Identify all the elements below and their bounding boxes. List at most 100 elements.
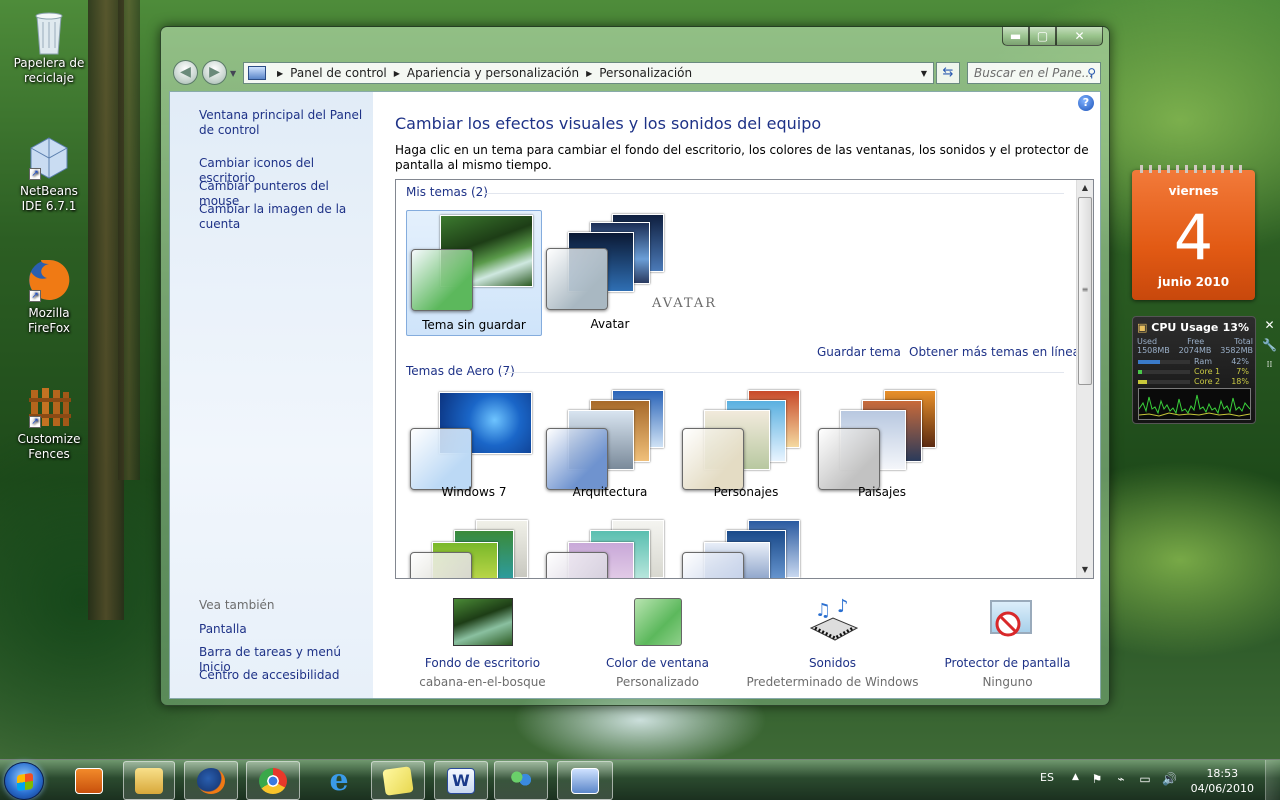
ram-value: 42% <box>1231 357 1249 366</box>
divider <box>484 193 1064 194</box>
scroll-thumb[interactable]: ≡ <box>1078 197 1092 385</box>
netbeans-icon: ↗ <box>27 136 71 180</box>
theme-aero-6[interactable] <box>542 518 678 578</box>
firefox-icon <box>197 767 225 794</box>
maximize-button[interactable]: ▢ <box>1029 27 1056 46</box>
sidebar-link-control-panel-home[interactable]: Ventana principal del Panel de control <box>199 108 367 138</box>
window-color-title[interactable]: Color de ventana <box>570 656 745 670</box>
theme-name: Arquitectura <box>572 485 648 499</box>
ram-label: Ram <box>1194 357 1213 366</box>
taskbar-firefox[interactable] <box>184 761 238 800</box>
close-icon[interactable]: ✕ <box>1261 316 1278 336</box>
theme-settings: Fondo de escritorio cabana-en-el-bosque … <box>395 592 1100 698</box>
address-bar[interactable]: ▶ Panel de control ▶ Apariencia y person… <box>243 62 934 84</box>
color-swatch <box>546 552 608 578</box>
forward-button[interactable]: ▶ <box>202 60 227 85</box>
search-placeholder: Buscar en el Pane... <box>974 66 1094 80</box>
chevron-right-icon[interactable]: ▶ <box>277 69 283 78</box>
desktop-icon-fences[interactable]: ↗ Customize Fences <box>9 384 89 462</box>
minimize-button[interactable]: ▬ <box>1002 27 1029 46</box>
taskbar-messenger[interactable] <box>494 761 548 800</box>
taskbar-explorer[interactable] <box>123 761 175 800</box>
taskbar-media-player[interactable] <box>68 761 110 800</box>
screensaver-value: Ninguno <box>982 675 1033 689</box>
search-icon[interactable]: ⚲ <box>1087 66 1096 80</box>
theme-paisajes[interactable]: Paisajes <box>814 390 950 516</box>
taskbar-chrome[interactable] <box>246 761 300 800</box>
gallery-scrollbar[interactable]: ▲ ≡ ▼ <box>1076 180 1093 578</box>
desktop-icon-netbeans[interactable]: ↗ NetBeans IDE 6.7.1 <box>9 136 89 214</box>
wrench-icon[interactable]: 🔧 <box>1261 336 1278 356</box>
taskbar-internet-explorer[interactable]: e <box>312 761 366 800</box>
show-hidden-icons[interactable]: ▲ <box>1072 772 1079 782</box>
search-input[interactable]: Buscar en el Pane... ⚲ <box>967 62 1101 84</box>
sounds-item[interactable]: ♫ ♪ Sonidos Predeterminado de Windows <box>745 592 920 689</box>
save-theme-link[interactable]: Guardar tema <box>817 345 901 359</box>
memory-values: 1508MB 2074MB 3582MB <box>1137 346 1253 355</box>
theme-personajes[interactable]: Personajes <box>678 390 814 516</box>
theme-windows7[interactable]: Windows 7 <box>406 390 542 516</box>
desktop-icon-firefox[interactable]: ↗ Mozilla FireFox <box>9 258 89 336</box>
desktop-background-title[interactable]: Fondo de escritorio <box>395 656 570 670</box>
theme-aero-7[interactable] <box>678 518 814 578</box>
theme-avatar[interactable]: AVATAR Avatar <box>542 210 715 336</box>
show-desktop-button[interactable] <box>1265 760 1280 800</box>
breadcrumb-appearance[interactable]: Apariencia y personalización <box>407 66 579 80</box>
window-color-value: Personalizado <box>616 675 699 689</box>
drag-handle-icon[interactable]: ⁞⁞ <box>1261 356 1278 376</box>
core2-value: 18% <box>1231 377 1249 386</box>
help-icon[interactable]: ? <box>1078 95 1094 111</box>
scroll-down-icon[interactable]: ▼ <box>1077 562 1093 578</box>
my-themes-header: Mis temas (2) <box>406 185 488 199</box>
language-indicator[interactable]: ES <box>1040 771 1054 784</box>
refresh-button[interactable]: ⇆ <box>936 62 960 84</box>
desktop-background-icon <box>452 598 513 648</box>
breadcrumb-control-panel[interactable]: Panel de control <box>290 66 387 80</box>
theme-aero-5[interactable] <box>406 518 542 578</box>
recent-pages-dropdown[interactable]: ▼ <box>230 69 236 78</box>
usb-icon[interactable]: ⌁ <box>1114 772 1128 786</box>
avatar-logo-text: AVATAR <box>652 296 718 311</box>
breadcrumb-personalization[interactable]: Personalización <box>599 66 692 80</box>
window-color-item[interactable]: Color de ventana Personalizado <box>570 592 745 689</box>
sidebar-link-account-picture[interactable]: Cambiar la imagen de la cuenta <box>199 202 367 232</box>
back-arrow-icon: ◀ <box>180 64 191 80</box>
theme-unsaved[interactable]: Tema sin guardar <box>406 210 542 336</box>
scroll-up-icon[interactable]: ▲ <box>1077 180 1093 196</box>
cpu-usage-gadget[interactable]: ▣ CPU Usage 13% Used Free Total 1508MB 2074… <box>1132 316 1256 424</box>
clock[interactable]: 18:53 04/06/2010 <box>1191 766 1254 796</box>
forward-arrow-icon: ▶ <box>209 64 220 80</box>
volume-icon[interactable]: 🔊 <box>1162 772 1177 786</box>
desktop-background-item[interactable]: Fondo de escritorio cabana-en-el-bosque <box>395 592 570 689</box>
calendar-rings <box>1140 165 1247 173</box>
window-color-icon <box>628 598 688 648</box>
control-panel-icon <box>571 767 599 794</box>
color-swatch <box>818 428 880 490</box>
see-also-display[interactable]: Pantalla <box>199 622 367 637</box>
address-dropdown-icon[interactable]: ▼ <box>921 69 927 78</box>
taskbar-word[interactable]: W <box>434 761 488 800</box>
see-also-accessibility[interactable]: Centro de accesibilidad <box>199 668 367 683</box>
network-icon[interactable]: ▭ <box>1138 772 1152 786</box>
screensaver-item[interactable]: Protector de pantalla Ninguno <box>920 592 1095 689</box>
messenger-icon <box>507 767 535 794</box>
back-button[interactable]: ◀ <box>173 60 198 85</box>
screensaver-title[interactable]: Protector de pantalla <box>920 656 1095 670</box>
theme-name: Avatar <box>590 317 630 331</box>
get-more-themes-link[interactable]: Obtener más temas en línea <box>909 345 1080 359</box>
action-center-icon[interactable]: ⚑ <box>1090 772 1104 786</box>
cpu-title: ▣ CPU Usage <box>1137 321 1219 334</box>
sounds-icon: ♫ ♪ <box>803 596 863 648</box>
theme-arquitectura[interactable]: Arquitectura <box>542 390 678 516</box>
memory-labels: Used Free Total <box>1137 337 1253 346</box>
desktop-icon-recycle-bin[interactable]: Papelera de reciclaje <box>9 8 89 86</box>
chevron-right-icon[interactable]: ▶ <box>586 69 592 78</box>
chevron-right-icon[interactable]: ▶ <box>394 69 400 78</box>
sounds-title[interactable]: Sonidos <box>745 656 920 670</box>
taskbar-sticky-notes[interactable] <box>371 761 425 800</box>
taskbar-control-panel[interactable] <box>557 761 613 800</box>
close-button[interactable]: ✕ <box>1056 27 1103 46</box>
calendar-gadget[interactable]: viernes 4 junio 2010 <box>1132 165 1255 300</box>
cpu-history-graph <box>1138 388 1251 420</box>
start-button[interactable] <box>4 762 44 800</box>
